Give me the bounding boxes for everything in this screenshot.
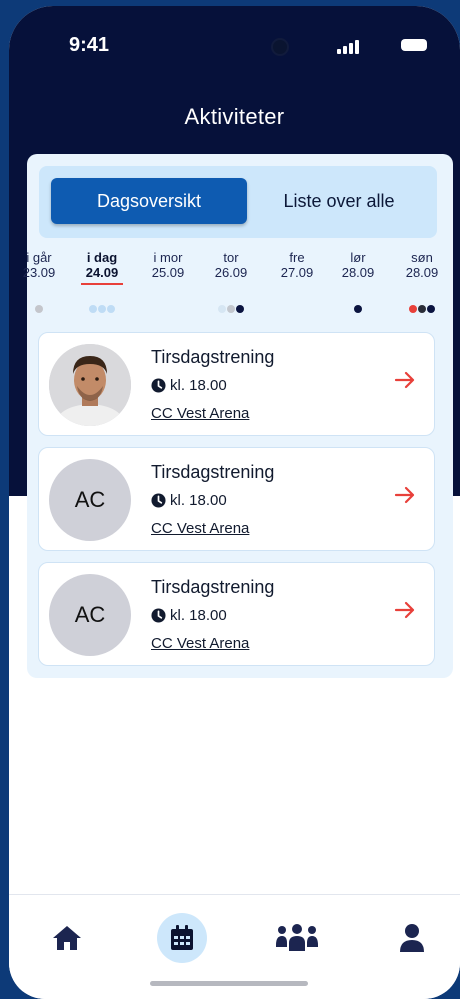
status-bar: 9:41 xyxy=(9,6,460,86)
activity-dots xyxy=(89,305,115,315)
day-date: 23.09 xyxy=(22,265,56,280)
day-date: 28.09 xyxy=(405,265,439,280)
day-5[interactable]: lør 28.09 xyxy=(333,250,383,280)
day-date: 24.09 xyxy=(85,265,119,280)
day-2[interactable]: i mor 25.09 xyxy=(143,250,193,280)
clock-icon xyxy=(151,378,166,393)
tab-calendar[interactable] xyxy=(157,913,207,963)
day-name: fre xyxy=(289,250,305,265)
avatar-photo xyxy=(49,344,131,426)
avatar xyxy=(49,344,131,426)
day-name: søn xyxy=(411,250,433,265)
avatar-initials: AC xyxy=(74,487,106,512)
day-0[interactable]: i går 23.09 xyxy=(14,250,64,280)
day-name: tor xyxy=(223,250,239,265)
activity-item[interactable]: AC Tirsdagstrening kl. 18.00 CC Vest Arena xyxy=(38,447,435,551)
day-3[interactable]: tor 26.09 xyxy=(206,250,256,280)
activity-dots xyxy=(354,305,362,315)
day-selector: i går 23.09 i dag 24.09 i mor 25.09 tor 26.09 fr… xyxy=(9,250,460,315)
activity-dot xyxy=(227,305,235,313)
activity-title: Tirsdagstrening xyxy=(151,577,275,597)
activity-title: Tirsdagstrening xyxy=(151,347,275,367)
day-1[interactable]: i dag 24.09 xyxy=(77,250,127,285)
tab-profile[interactable] xyxy=(387,913,437,963)
activity-dot xyxy=(354,305,362,313)
activity-item[interactable]: Tirsdagstrening kl. 18.00 CC Vest Arena xyxy=(38,332,435,436)
avatar: AC xyxy=(49,459,131,541)
tab-team[interactable] xyxy=(272,913,322,963)
activity-title: Tirsdagstrening xyxy=(151,462,275,482)
signal-icon xyxy=(337,38,363,54)
day-name: i dag xyxy=(86,250,118,265)
activity-location-link[interactable]: CC Vest Arena xyxy=(151,520,249,537)
activity-time: kl. 18.00 xyxy=(151,607,227,624)
clock-icon xyxy=(151,608,166,623)
activity-time-text: kl. 18.00 xyxy=(170,607,227,624)
activity-dot xyxy=(418,305,426,313)
activity-item[interactable]: AC Tirsdagstrening kl. 18.00 CC Vest Arena xyxy=(38,562,435,666)
calendar-icon xyxy=(171,925,193,950)
activity-dot xyxy=(107,305,115,313)
arrow-right-icon xyxy=(394,601,415,619)
activity-dot xyxy=(98,305,106,313)
profile-icon xyxy=(400,924,424,952)
activity-dot xyxy=(35,305,43,313)
activity-dot xyxy=(89,305,97,313)
activity-location-link[interactable]: CC Vest Arena xyxy=(151,405,249,422)
day-4[interactable]: fre 27.09 xyxy=(272,250,322,280)
clock-icon xyxy=(151,493,166,508)
day-6[interactable]: søn 28.09 xyxy=(397,250,447,280)
day-date: 27.09 xyxy=(280,265,314,280)
avatar-initials: AC xyxy=(74,602,106,627)
activity-time-text: kl. 18.00 xyxy=(170,377,227,394)
team-icon xyxy=(276,924,318,951)
view-segmented-control: Dagsoversikt Liste over alle xyxy=(39,166,437,238)
arrow-right-icon xyxy=(394,486,415,504)
activity-dot xyxy=(427,305,435,313)
activity-dot xyxy=(218,305,226,313)
arrow-right-icon xyxy=(394,371,415,389)
page-title: Aktiviteter xyxy=(184,104,285,129)
activity-location-link[interactable]: CC Vest Arena xyxy=(151,635,249,652)
day-date: 28.09 xyxy=(341,265,375,280)
activity-dots xyxy=(218,305,244,315)
battery-icon xyxy=(401,39,427,51)
camera-icon xyxy=(271,38,289,56)
day-name: lør xyxy=(350,250,366,265)
status-time: 9:41 xyxy=(69,34,110,56)
day-name: i går xyxy=(26,250,52,265)
phone-screen: 9:41 Aktiviteter Dagsoversikt Liste over… xyxy=(9,6,460,999)
activity-dots xyxy=(409,305,435,315)
tab-liste-over-alle[interactable]: Liste over alle xyxy=(247,178,431,224)
activity-dot xyxy=(236,305,244,313)
tab-home[interactable] xyxy=(42,913,92,963)
activity-time-text: kl. 18.00 xyxy=(170,492,227,509)
tab-dagsoversikt[interactable]: Dagsoversikt xyxy=(51,178,247,224)
day-name: i mor xyxy=(153,250,183,265)
avatar: AC xyxy=(49,574,131,656)
day-date: 26.09 xyxy=(214,265,248,280)
activity-time: kl. 18.00 xyxy=(151,492,227,509)
activity-dot xyxy=(409,305,417,313)
today-underline xyxy=(81,283,123,285)
activity-time: kl. 18.00 xyxy=(151,377,227,394)
day-date: 25.09 xyxy=(151,265,185,280)
home-indicator xyxy=(150,981,308,986)
activity-dots xyxy=(35,305,43,315)
home-icon xyxy=(53,926,81,950)
